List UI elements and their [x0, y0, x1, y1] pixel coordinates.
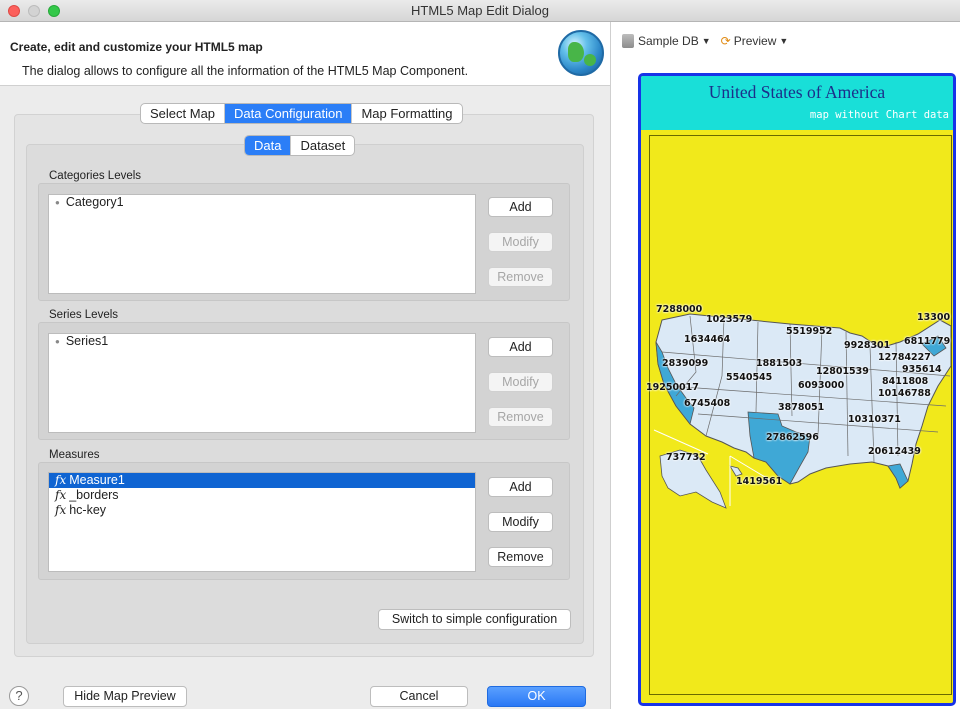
us-map-graphic — [653, 313, 951, 509]
database-icon — [622, 34, 634, 48]
map-value-label: 10310371 — [848, 414, 901, 425]
cancel-button[interactable]: Cancel — [370, 686, 468, 707]
map-value-label: 6811779 — [904, 336, 951, 347]
map-value-label: 12784227 — [878, 352, 931, 363]
list-item[interactable]: ● Series1 — [49, 334, 475, 349]
measures-add-button[interactable]: Add — [488, 477, 553, 497]
ok-button[interactable]: OK — [487, 686, 586, 707]
measures-remove-button[interactable]: Remove — [488, 547, 553, 567]
categories-label: Categories Levels — [49, 170, 142, 182]
tab-select-map[interactable]: Select Map — [141, 104, 226, 123]
series-remove-button[interactable]: Remove — [488, 407, 553, 427]
map-value-label: 1419561 — [736, 476, 783, 487]
categories-add-button[interactable]: Add — [488, 197, 553, 217]
sub-tab-bar: Data Dataset — [244, 135, 356, 156]
help-icon[interactable]: ? — [9, 686, 29, 706]
map-value-label: 8411808 — [882, 376, 929, 387]
map-title-bar: United States of America map without Cha… — [641, 76, 953, 130]
series-add-button[interactable]: Add — [488, 337, 553, 357]
list-item[interactable]: fx hc-key — [49, 503, 475, 518]
map-title: United States of America — [708, 82, 886, 102]
map-subtitle: map without Chart data — [809, 109, 949, 121]
measures-label: Measures — [49, 449, 100, 461]
series-list[interactable]: ● Series1 — [48, 333, 476, 433]
switch-simple-config-button[interactable]: Switch to simple configuration — [378, 609, 571, 630]
preview-toolbar: Sample DB ▼ ⟳ Preview ▼ — [622, 34, 788, 48]
map-value-label: 1634464 — [684, 334, 731, 345]
hawaii-shape — [729, 465, 743, 477]
map-value-label: 27862596 — [766, 432, 819, 443]
map-value-label: 6745408 — [684, 398, 731, 409]
map-value-label: 5540545 — [726, 372, 773, 383]
sample-db-dropdown[interactable]: Sample DB — [638, 34, 699, 48]
map-value-label: 20612439 — [868, 446, 921, 457]
category-item-label: Category1 — [65, 195, 124, 209]
series-label: Series Levels — [49, 309, 119, 321]
map-value-label: 935614 — [902, 364, 942, 375]
map-value-label: 7288000 — [656, 304, 703, 315]
map-value-label: 19250017 — [646, 382, 699, 393]
categories-modify-button[interactable]: Modify — [488, 232, 553, 252]
window-title: HTML5 Map Edit Dialog — [411, 3, 549, 18]
measures-list[interactable]: fx Measure1 fx _borders fx hc-key — [48, 472, 476, 572]
function-icon: fx — [55, 503, 67, 517]
map-value-label: 2839099 — [662, 358, 709, 369]
list-item[interactable]: ● Category1 — [49, 195, 475, 210]
hide-map-preview-button[interactable]: Hide Map Preview — [63, 686, 187, 707]
chevron-down-icon[interactable]: ▼ — [702, 36, 711, 46]
map-value-label: 6093000 — [798, 380, 845, 391]
preview-dropdown[interactable]: Preview — [734, 34, 777, 48]
series-item-label: Series1 — [65, 334, 109, 348]
map-value-label: 5519952 — [786, 326, 833, 337]
map-value-label: 9928301 — [844, 340, 891, 351]
map-area: 7288000 1023579 13300 5519952 1634464 99… — [646, 135, 952, 695]
tab-dataset[interactable]: Dataset — [291, 136, 354, 155]
tab-data-configuration[interactable]: Data Configuration — [225, 104, 353, 123]
globe-icon — [558, 30, 604, 76]
map-value-label: 12801539 — [816, 366, 869, 377]
function-icon: fx — [55, 473, 67, 487]
main-tab-bar: Select Map Data Configuration Map Format… — [140, 103, 463, 124]
measure-item-label: _borders — [69, 488, 119, 502]
function-icon: fx — [55, 488, 67, 502]
map-value-label: 737732 — [666, 452, 706, 463]
dialog-description: The dialog allows to configure all the i… — [22, 64, 469, 78]
dialog-header: Create, edit and customize your HTML5 ma… — [0, 22, 610, 86]
measure-item-label: Measure1 — [69, 473, 125, 487]
title-bar: HTML5 Map Edit Dialog — [0, 0, 960, 22]
map-preview: United States of America map without Cha… — [638, 73, 956, 706]
dialog-heading: Create, edit and customize your HTML5 ma… — [10, 40, 263, 54]
list-item[interactable]: fx _borders — [49, 488, 475, 503]
map-value-label: 1023579 — [706, 314, 753, 325]
tab-data[interactable]: Data — [245, 136, 292, 155]
tab-map-formatting[interactable]: Map Formatting — [352, 104, 461, 123]
measures-modify-button[interactable]: Modify — [488, 512, 553, 532]
bullet-icon: ● — [55, 198, 60, 208]
list-item[interactable]: fx Measure1 — [49, 473, 475, 488]
series-modify-button[interactable]: Modify — [488, 372, 553, 392]
map-value-label: 3878051 — [778, 402, 825, 413]
chevron-down-icon[interactable]: ▼ — [779, 36, 788, 46]
map-value-label: 13300 — [917, 312, 951, 323]
categories-remove-button[interactable]: Remove — [488, 267, 553, 287]
refresh-icon: ⟳ — [720, 34, 731, 48]
categories-list[interactable]: ● Category1 — [48, 194, 476, 294]
bullet-icon: ● — [55, 337, 60, 347]
map-value-label: 10146788 — [878, 388, 931, 399]
measure-item-label: hc-key — [69, 503, 107, 517]
map-value-label: 1881503 — [756, 358, 803, 369]
